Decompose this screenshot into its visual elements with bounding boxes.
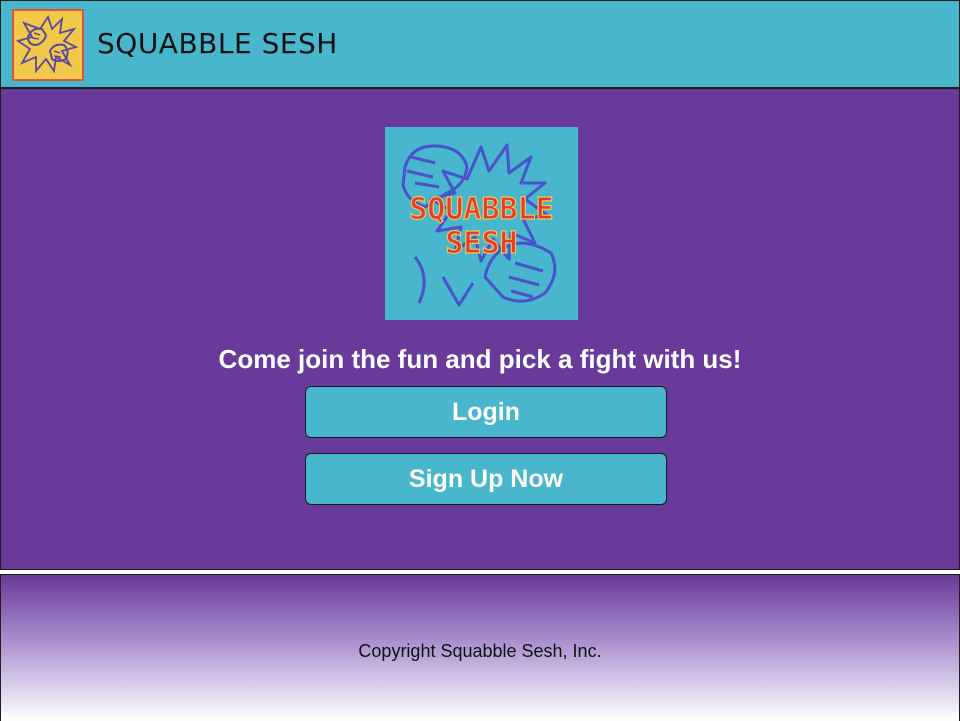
hero-logo: SQUABBLE SESH	[385, 127, 578, 320]
tagline: Come join the fun and pick a fight with …	[218, 344, 742, 374]
footer: Copyright Squabble Sesh, Inc.	[0, 574, 960, 721]
hero-logo-text-line1: SQUABBLE	[409, 192, 554, 227]
top-header: SQUABBLE SESH	[0, 0, 960, 88]
app-logo[interactable]	[12, 9, 84, 81]
hero-logo-text-line2: SESH	[445, 226, 517, 261]
signup-button[interactable]: Sign Up Now	[305, 453, 667, 505]
app-title: SQUABBLE SESH	[97, 27, 338, 60]
main-panel: SQUABBLE SESH Come join the fun and pick…	[0, 88, 960, 570]
login-button[interactable]: Login	[305, 386, 667, 438]
copyright-text: Copyright Squabble Sesh, Inc.	[358, 641, 602, 661]
fist-bump-icon	[15, 14, 79, 74]
